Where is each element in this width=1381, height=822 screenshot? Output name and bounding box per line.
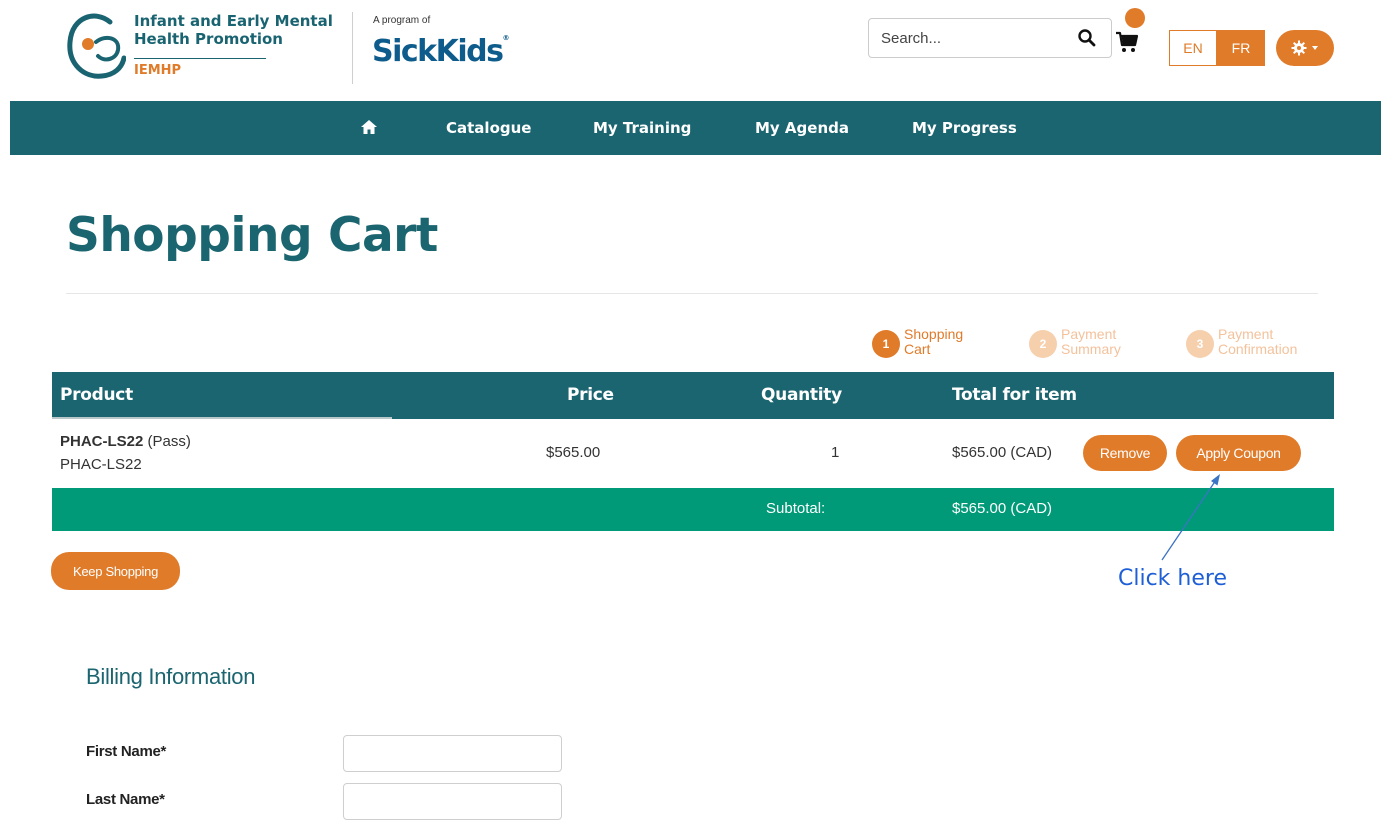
column-header-quantity: Quantity [761, 385, 842, 405]
step-label-line1: Shopping [904, 326, 964, 342]
checkout-step-2: 2 Payment Summary [1029, 327, 1121, 358]
keep-shopping-button[interactable]: Keep Shopping [51, 552, 180, 590]
org-abbr: IEMHP [134, 63, 182, 78]
column-header-total: Total for item [952, 385, 1077, 405]
home-icon[interactable] [360, 119, 378, 135]
item-total: $565.00 (CAD) [952, 444, 1053, 461]
search-icon[interactable] [1077, 28, 1097, 48]
program-of-text: A program of [373, 15, 431, 26]
subtotal-row: Subtotal: $565.00 (CAD) [52, 488, 1334, 531]
item-price: $565.00 [546, 444, 601, 461]
nav-catalogue[interactable]: Catalogue [446, 101, 531, 155]
settings-dropdown-button[interactable] [1276, 30, 1334, 66]
gear-icon [1291, 40, 1307, 56]
cart-table-header: Product Price Quantity Total for item [52, 372, 1334, 419]
step-number: 3 [1186, 330, 1214, 358]
step-label-line2: Confirmation [1218, 341, 1298, 357]
header-divider [352, 12, 353, 84]
last-name-field[interactable] [343, 783, 562, 820]
search-input[interactable] [879, 19, 1069, 57]
column-header-price: Price [567, 385, 614, 405]
nav-my-agenda[interactable]: My Agenda [755, 101, 849, 155]
brand-mark: ® [502, 34, 510, 42]
product-name: PHAC-LS22 (Pass) [60, 433, 191, 450]
brand-name: SickKids [372, 34, 504, 69]
step-label-line2: Summary [1061, 341, 1121, 357]
first-name-label: First Name* [86, 743, 167, 760]
language-switcher: EN FR [1169, 30, 1265, 66]
checkout-step-1: 1 Shopping Cart [872, 327, 963, 358]
lang-en-button[interactable]: EN [1169, 30, 1217, 66]
title-divider [66, 293, 1318, 294]
product-sku: PHAC-LS22 [60, 456, 142, 473]
product-variant: (Pass) [147, 433, 191, 450]
first-name-field[interactable] [343, 735, 562, 772]
annotation-text: Click here [1118, 566, 1227, 591]
checkout-step-3: 3 Payment Confirmation [1186, 327, 1297, 358]
last-name-label: Last Name* [86, 791, 165, 808]
billing-title: Billing Information [86, 664, 256, 689]
remove-button[interactable]: Remove [1083, 435, 1167, 471]
subtotal-value: $565.00 (CAD) [952, 500, 1053, 517]
cart-icon[interactable] [1115, 30, 1139, 54]
step-label-line1: Payment [1218, 326, 1274, 342]
cart-count-badge [1125, 8, 1145, 28]
step-number: 1 [872, 330, 900, 358]
nav-my-training[interactable]: My Training [593, 101, 691, 155]
org-name-line1: Infant and Early Mental [134, 12, 333, 30]
annotation-arrow [1161, 474, 1220, 561]
item-quantity: 1 [831, 444, 840, 461]
sickkids-logo[interactable]: SickKids® [372, 34, 510, 69]
apply-coupon-button[interactable]: Apply Coupon [1176, 435, 1301, 471]
org-name: Infant and Early Mental Health Promotion [134, 12, 333, 48]
nav-my-progress[interactable]: My Progress [912, 101, 1017, 155]
cart-item-row: PHAC-LS22 (Pass) PHAC-LS22 $565.00 1 $56… [52, 419, 1334, 488]
lang-fr-button[interactable]: FR [1217, 30, 1265, 66]
product-code: PHAC-LS22 [60, 433, 144, 450]
main-nav: Catalogue My Training My Agenda My Progr… [10, 101, 1381, 155]
search-box [868, 18, 1112, 58]
subtotal-label: Subtotal: [766, 500, 826, 517]
step-label-line2: Cart [904, 341, 931, 357]
org-name-underline [134, 58, 266, 59]
step-label-line1: Payment [1061, 326, 1117, 342]
org-name-line2: Health Promotion [134, 30, 283, 48]
step-number: 2 [1029, 330, 1057, 358]
iemhp-logo[interactable] [66, 12, 126, 80]
column-header-product: Product [60, 385, 133, 405]
page-title: Shopping Cart [66, 208, 438, 263]
caret-down-icon [1312, 46, 1318, 50]
